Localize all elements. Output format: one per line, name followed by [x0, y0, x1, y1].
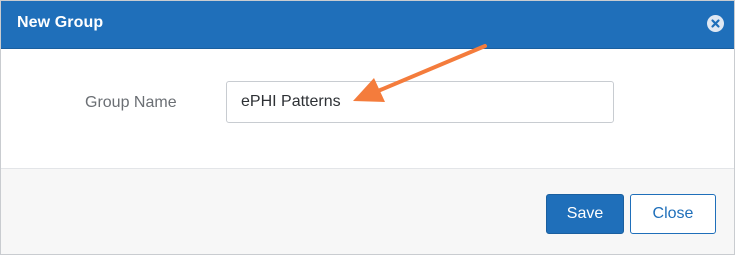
save-button[interactable]: Save: [546, 194, 624, 234]
close-circle-icon[interactable]: [707, 15, 724, 32]
dialog-footer: Save Close: [1, 169, 734, 254]
dialog-titlebar: New Group: [1, 1, 734, 49]
new-group-dialog: New Group Group Name Save Close: [0, 0, 735, 255]
close-button[interactable]: Close: [630, 194, 716, 234]
dialog-title: New Group: [17, 14, 104, 31]
group-name-label: Group Name: [85, 94, 177, 111]
group-name-input[interactable]: [226, 81, 614, 123]
dialog-body: Group Name: [1, 49, 734, 169]
